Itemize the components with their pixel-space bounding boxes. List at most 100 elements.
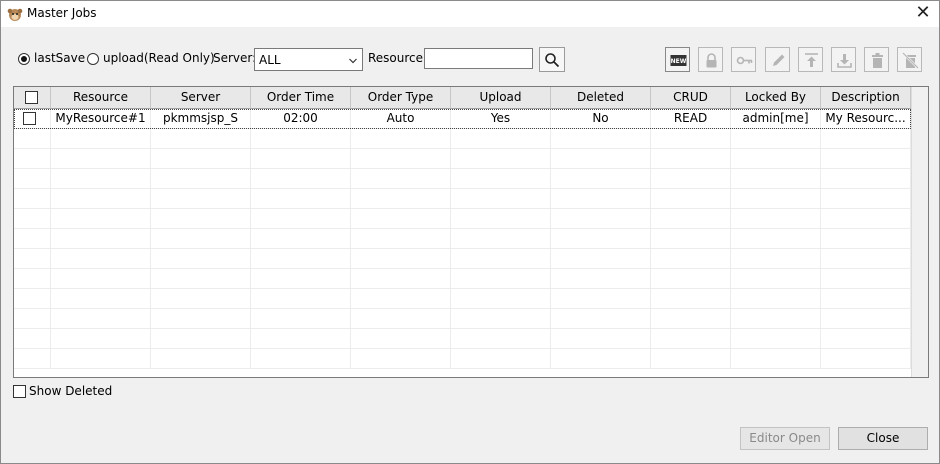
empty-cell [351, 269, 451, 289]
empty-cell [451, 129, 551, 149]
upload-icon [805, 53, 818, 67]
vertical-scrollbar[interactable] [911, 87, 928, 377]
empty-cell [651, 169, 731, 189]
delete-all-button[interactable] [897, 47, 922, 72]
window-close-icon[interactable]: ✕ [913, 4, 933, 24]
server-label: Server: [213, 51, 257, 65]
empty-cell [14, 309, 51, 329]
column-header[interactable]: Upload [451, 87, 551, 109]
column-header[interactable]: Description [821, 87, 911, 109]
search-button[interactable] [539, 47, 565, 72]
empty-cell [151, 309, 251, 329]
master-jobs-table: Resource Server Order Time Order Type Upload… [13, 86, 929, 378]
empty-cell [651, 249, 731, 269]
empty-cell [151, 129, 251, 149]
empty-cell [551, 149, 651, 169]
empty-cell [821, 229, 911, 249]
empty-cell [351, 249, 451, 269]
empty-cell [14, 129, 51, 149]
search-icon [545, 53, 560, 68]
column-header[interactable]: Deleted [551, 87, 651, 109]
radio-upload-readonly[interactable] [87, 53, 99, 65]
delete-all-icon [902, 52, 919, 69]
empty-cell [151, 189, 251, 209]
table-cell[interactable]: pkmmsjsp_S [151, 109, 251, 129]
window-title: Master Jobs [27, 6, 97, 20]
empty-cell [151, 269, 251, 289]
select-all-checkbox[interactable] [25, 91, 38, 104]
empty-cell [251, 269, 351, 289]
empty-cell [551, 349, 651, 369]
resource-label: Resource: [368, 51, 428, 65]
row-checkbox[interactable] [23, 112, 36, 125]
header-select-all[interactable] [14, 87, 51, 109]
row-select-cell[interactable] [14, 109, 51, 129]
table-cell[interactable]: Auto [351, 109, 451, 129]
lock-button[interactable] [698, 47, 723, 72]
empty-cell [14, 289, 51, 309]
filter-toolbar: lastSave upload(Read Only) Server: ALL R… [1, 45, 939, 75]
empty-cell [651, 149, 731, 169]
empty-cell [14, 249, 51, 269]
radio-lastsave[interactable] [18, 53, 30, 65]
resource-input[interactable] [424, 48, 533, 69]
new-icon-text: NEW [671, 58, 687, 65]
empty-cell [451, 209, 551, 229]
empty-cell [731, 169, 821, 189]
empty-cell [251, 209, 351, 229]
table-cell[interactable]: No [551, 109, 651, 129]
empty-cell [351, 189, 451, 209]
upload-button[interactable] [798, 47, 823, 72]
show-deleted-checkbox[interactable] [13, 385, 26, 398]
empty-cell [731, 269, 821, 289]
empty-cell [731, 289, 821, 309]
empty-cell [151, 349, 251, 369]
download-button[interactable] [831, 47, 856, 72]
app-icon [7, 8, 23, 21]
table-cell[interactable]: 02:00 [251, 109, 351, 129]
column-header[interactable]: CRUD [651, 87, 731, 109]
empty-cell [251, 289, 351, 309]
edit-button[interactable] [765, 47, 790, 72]
empty-cell [821, 189, 911, 209]
table-cell[interactable]: My Resourc... [821, 109, 911, 129]
close-button[interactable]: Close [838, 427, 928, 450]
new-button[interactable]: NEW [665, 47, 690, 72]
empty-cell [51, 289, 151, 309]
empty-cell [351, 289, 451, 309]
editor-open-button[interactable]: Editor Open [740, 427, 830, 450]
empty-cell [731, 129, 821, 149]
column-header[interactable]: Order Time [251, 87, 351, 109]
empty-cell [551, 309, 651, 329]
empty-cell [151, 249, 251, 269]
radio-upload-readonly-label[interactable]: upload(Read Only) [103, 51, 215, 65]
empty-cell [14, 269, 51, 289]
empty-cell [651, 229, 731, 249]
empty-cell [651, 349, 731, 369]
empty-cell [14, 329, 51, 349]
key-icon [736, 56, 753, 65]
column-header[interactable]: Locked By [731, 87, 821, 109]
empty-cell [51, 329, 151, 349]
empty-cell [731, 149, 821, 169]
server-select[interactable]: ALL [254, 48, 363, 71]
table-cell[interactable]: Yes [451, 109, 551, 129]
empty-cell [731, 229, 821, 249]
delete-button[interactable] [864, 47, 889, 72]
key-button[interactable] [731, 47, 756, 72]
show-deleted-label[interactable]: Show Deleted [29, 384, 112, 398]
column-header[interactable]: Server [151, 87, 251, 109]
empty-cell [731, 209, 821, 229]
title-bar: Master Jobs ✕ [1, 1, 939, 27]
table-cell[interactable]: MyResource#1 [51, 109, 151, 129]
empty-cell [551, 269, 651, 289]
empty-cell [51, 309, 151, 329]
table-cell[interactable]: READ [651, 109, 731, 129]
empty-cell [451, 329, 551, 349]
column-header[interactable]: Resource [51, 87, 151, 109]
column-header[interactable]: Order Type [351, 87, 451, 109]
radio-lastsave-label[interactable]: lastSave [34, 51, 85, 65]
empty-cell [551, 229, 651, 249]
empty-cell [651, 309, 731, 329]
table-cell[interactable]: admin[me] [731, 109, 821, 129]
